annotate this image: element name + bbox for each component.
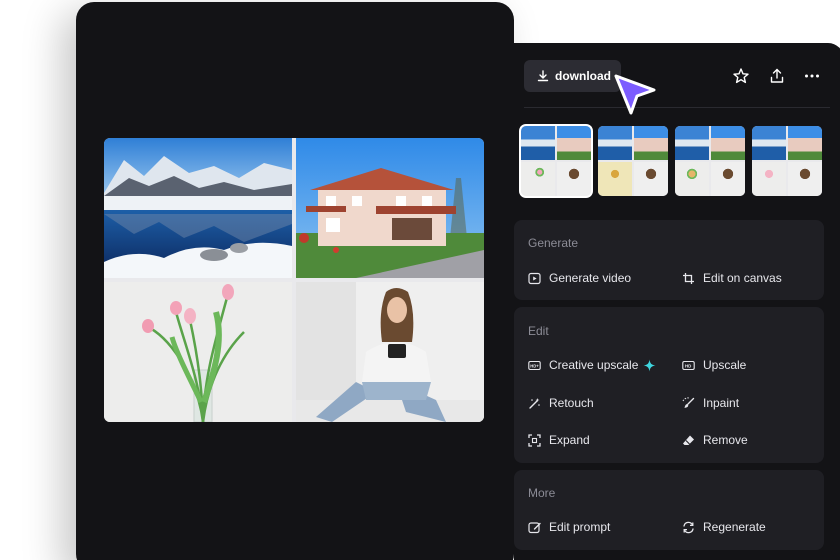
side-panel: download Generate Generate video Edit on… [514,43,840,560]
edit-title: Edit [528,324,549,338]
generate-title: Generate [528,236,579,250]
generate-section: Generate Generate video Edit on canvas [514,220,824,300]
thumbnail-2[interactable] [596,124,670,198]
svg-text:HD: HD [685,363,691,368]
divider [524,107,830,108]
tulips-photo[interactable] [104,282,292,422]
thumbnail-4[interactable] [750,124,824,198]
brush-icon [682,396,695,408]
regenerate-icon [683,521,694,533]
edit-prompt-button[interactable]: Edit prompt [528,517,610,537]
download-button[interactable]: download [524,60,621,92]
star-icon[interactable] [732,67,750,85]
more-title: More [528,486,556,500]
svg-text:HD+: HD+ [530,363,539,368]
expand-icon [528,433,541,447]
eraser-icon [683,435,694,445]
mountain-lake-photo[interactable] [104,138,292,278]
sparkle-icon [643,359,656,371]
thumbnail-1[interactable] [519,124,593,198]
crop-icon [683,272,694,284]
expand-button[interactable]: Expand [528,430,590,450]
retouch-button[interactable]: Retouch [528,393,594,413]
toolbar: download [524,60,829,92]
house-photo[interactable] [296,138,484,278]
download-label: download [555,69,611,83]
download-icon [537,70,549,82]
remove-button[interactable]: Remove [682,430,748,450]
creative-upscale-button[interactable]: HD+ Creative upscale [528,355,656,375]
cursor-icon [614,74,656,115]
edit-section: Edit HD+ Creative upscale HD Upscale Ret… [514,307,824,463]
thumbnail-strip [519,124,829,200]
share-icon[interactable] [768,67,786,85]
upscale-button[interactable]: HD Upscale [682,355,746,375]
inpaint-button[interactable]: Inpaint [682,393,739,413]
magic-wand-icon [529,397,540,409]
edit-prompt-icon [528,521,541,533]
regenerate-button[interactable]: Regenerate [682,517,766,537]
edit-on-canvas-button[interactable]: Edit on canvas [682,268,782,288]
play-icon [528,272,541,284]
hd-plus-icon: HD+ [528,360,541,370]
more-section: More Edit prompt Regenerate [514,470,824,550]
thumbnail-3[interactable] [673,124,747,198]
more-icon[interactable] [803,67,821,85]
hd-icon: HD [682,360,695,370]
woman-photo[interactable] [296,282,484,422]
image-collage[interactable] [104,138,484,422]
generate-video-button[interactable]: Generate video [528,268,631,288]
